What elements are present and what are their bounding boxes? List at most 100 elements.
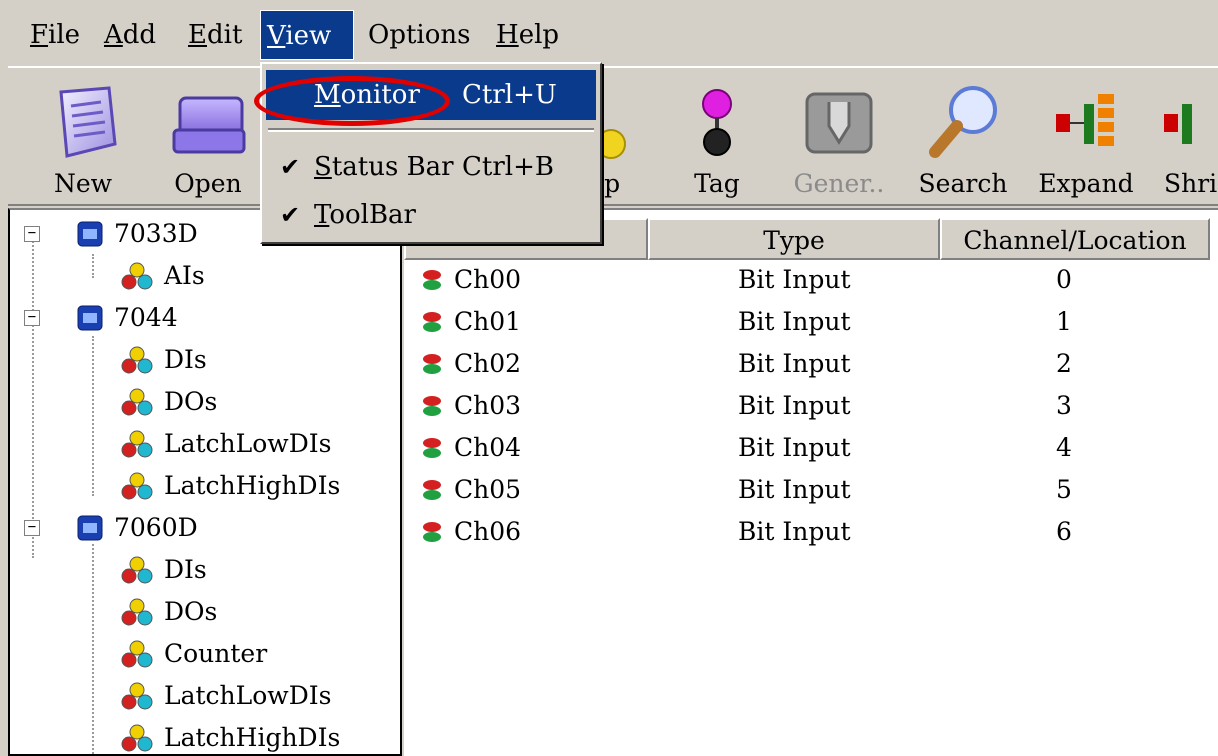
tag-button[interactable]: Tag	[672, 74, 762, 202]
shortcut-monitor: Ctrl+U	[462, 80, 557, 110]
tree-leaf-label: DIs	[164, 345, 207, 374]
expand-label: Expand	[1038, 169, 1134, 198]
device-module-icon	[77, 515, 103, 541]
menu-edit[interactable]: Edit	[182, 10, 248, 60]
bit-input-icon	[423, 312, 441, 332]
channel-list: Type Channel/Location Ch00 Bit Input 0 C…	[404, 208, 1218, 756]
shrink-label: Shri	[1164, 169, 1218, 198]
bit-input-icon	[423, 396, 441, 416]
row-name: Ch05	[454, 475, 522, 504]
tree-connector	[92, 254, 94, 278]
table-row[interactable]: Ch06 Bit Input 6	[404, 512, 1218, 552]
check-icon: ✔	[280, 153, 301, 181]
row-type: Bit Input	[738, 391, 851, 420]
collapse-toggle[interactable]: −	[24, 310, 40, 326]
menu-separator	[268, 128, 594, 132]
bit-input-icon	[423, 438, 441, 458]
bit-input-icon	[423, 480, 441, 500]
generate-label: Gener..	[793, 169, 885, 198]
device-name: 7060D	[114, 513, 198, 542]
row-channel: 3	[1056, 391, 1072, 420]
view-menu-dropdown: Monitor Ctrl+U ✔ Status Bar Ctrl+B ✔ Too…	[260, 62, 602, 244]
table-row[interactable]: Ch00 Bit Input 0	[404, 260, 1218, 300]
table-row[interactable]: Ch02 Bit Input 2	[404, 344, 1218, 384]
menu-view[interactable]: View	[260, 10, 354, 60]
row-channel: 5	[1056, 475, 1072, 504]
channel-group-icon	[121, 682, 153, 710]
search-magnifier-icon	[929, 86, 997, 158]
row-name: Ch00	[454, 265, 522, 294]
menu-item-monitor[interactable]: Monitor Ctrl+U	[266, 70, 596, 120]
row-channel: 4	[1056, 433, 1072, 462]
menu-file[interactable]: File	[24, 10, 86, 60]
row-channel: 1	[1056, 307, 1072, 336]
shrink-tree-icon	[1164, 104, 1192, 144]
bit-input-icon	[423, 522, 441, 542]
device-name: 7044	[114, 303, 178, 332]
row-type: Bit Input	[738, 475, 851, 504]
tree-leaf-label: LatchHighDIs	[164, 723, 341, 752]
new-button[interactable]: New	[28, 74, 138, 202]
row-channel: 0	[1056, 265, 1072, 294]
new-label: New	[53, 169, 113, 198]
row-type: Bit Input	[738, 349, 851, 378]
tag-label: Tag	[694, 169, 740, 198]
channel-group-icon	[121, 724, 153, 752]
tree-leaf-label: DIs	[164, 555, 207, 584]
search-button[interactable]: Search	[908, 74, 1018, 202]
channel-group-icon	[121, 472, 153, 500]
collapse-toggle[interactable]: −	[24, 520, 40, 536]
toolbar: New Open up Tag Gener.. Search Expand Sh…	[8, 66, 1218, 206]
open-folder-icon	[172, 96, 246, 154]
expand-button[interactable]: Expand	[1028, 74, 1144, 202]
new-document-icon	[59, 86, 117, 158]
generate-tools-icon	[805, 92, 873, 154]
channel-group-icon	[121, 556, 153, 584]
tree-leaf-label: LatchHighDIs	[164, 471, 341, 500]
open-button[interactable]: Open	[148, 74, 268, 202]
table-row[interactable]: Ch05 Bit Input 5	[404, 470, 1218, 510]
shrink-button[interactable]: Shri	[1154, 74, 1218, 202]
channel-group-icon	[121, 598, 153, 626]
tree-leaf-label: DOs	[164, 597, 218, 626]
tree-connector	[32, 238, 34, 558]
row-name: Ch01	[454, 307, 522, 336]
menu-bar: File Add Edit View Options Help	[0, 0, 1218, 62]
device-name: 7033D	[114, 219, 198, 248]
row-channel: 2	[1056, 349, 1072, 378]
menu-options[interactable]: Options	[362, 10, 476, 60]
row-type: Bit Input	[738, 265, 851, 294]
column-header-type[interactable]: Type	[648, 218, 940, 260]
search-label: Search	[918, 169, 1008, 198]
device-module-icon	[77, 305, 103, 331]
channel-group-icon	[121, 262, 153, 290]
table-row[interactable]: Ch03 Bit Input 3	[404, 386, 1218, 426]
tree-connector	[92, 544, 94, 754]
bit-input-icon	[423, 270, 441, 290]
row-channel: 6	[1056, 517, 1072, 546]
generate-button[interactable]: Gener..	[784, 74, 894, 202]
menu-item-status-bar[interactable]: ✔ Status Bar Ctrl+B	[266, 142, 596, 192]
channel-group-icon	[121, 346, 153, 374]
column-header-channel[interactable]: Channel/Location	[940, 218, 1210, 260]
row-name: Ch02	[454, 349, 522, 378]
table-row[interactable]: Ch01 Bit Input 1	[404, 302, 1218, 342]
row-name: Ch03	[454, 391, 522, 420]
menu-item-toolbar[interactable]: ✔ ToolBar	[266, 190, 596, 240]
row-type: Bit Input	[738, 307, 851, 336]
expand-tree-icon	[1056, 94, 1114, 146]
table-row[interactable]: Ch04 Bit Input 4	[404, 428, 1218, 468]
shortcut-status-bar: Ctrl+B	[462, 152, 554, 182]
tree-leaf-label: Counter	[164, 639, 268, 668]
tree-leaf-label: DOs	[164, 387, 218, 416]
device-tree: − 7033D AIs − 7044 DIs DOs LatchLowDIs L…	[8, 208, 402, 756]
menu-help[interactable]: Help	[490, 10, 565, 60]
collapse-toggle[interactable]: −	[24, 226, 40, 242]
menu-add[interactable]: Add	[98, 10, 162, 60]
channel-group-icon	[121, 430, 153, 458]
check-icon: ✔	[280, 201, 301, 229]
tree-leaf-label: LatchLowDIs	[164, 429, 332, 458]
tree-connector	[92, 336, 94, 496]
row-type: Bit Input	[738, 433, 851, 462]
channel-group-icon	[121, 388, 153, 416]
